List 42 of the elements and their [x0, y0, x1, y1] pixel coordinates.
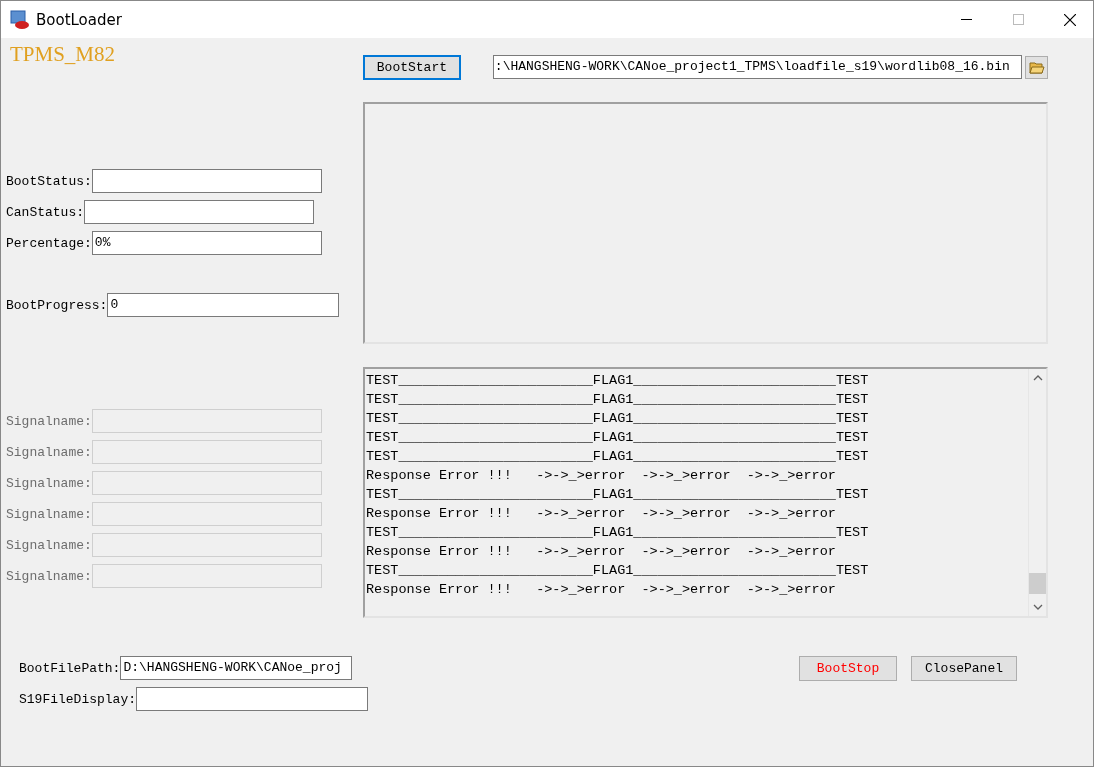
field-label: Signalname: [6, 506, 92, 522]
log-line: Response Error !!! ->->_>error ->->_>error ->->_>error [366, 543, 837, 561]
scroll-down-icon[interactable] [1032, 604, 1043, 610]
log-line: TEST________________________FLAG1_________________________TEST [366, 429, 870, 447]
browse-button[interactable] [1025, 55, 1048, 79]
boot-start-button[interactable]: BootStart [363, 54, 461, 80]
scroll-thumb[interactable] [1029, 573, 1046, 594]
log-line: Response Error !!! ->->_>error ->->_>error ->->_>error [366, 467, 837, 485]
log-line: TEST________________________FLAG1_________________________TEST [366, 524, 870, 542]
field-label: Signalname: [6, 475, 92, 491]
field-label: Signalname: [6, 413, 92, 429]
file-path-field[interactable]: :\HANGSHENG-WORK\CANoe_project1_TPMS\loadfile_s19\wordlib08_16.bin [492, 55, 1023, 79]
text-field[interactable] [136, 687, 369, 711]
field-label: S19FileDisplay: [19, 691, 137, 707]
app-title: TPMS_M82 [10, 42, 117, 67]
log-line: TEST________________________FLAG1_________________________TEST [366, 486, 870, 504]
window-title: BootLoader [36, 10, 123, 29]
field-label: Percentage: [6, 235, 92, 251]
field-label: BootFilePath: [19, 660, 121, 676]
field-label: BootStatus: [6, 173, 92, 189]
text-field[interactable]: D:\HANGSHENG-WORK\CANoe_proj [120, 656, 353, 680]
field-label: Signalname: [6, 537, 92, 553]
field-label: CanStatus: [6, 204, 84, 220]
text-field[interactable]: 0% [91, 231, 322, 255]
log-line: TEST________________________FLAG1_________________________TEST [366, 391, 870, 409]
scrollbar[interactable] [1028, 369, 1046, 616]
app-icon [10, 9, 30, 30]
log-line: TEST________________________FLAG1_________________________TEST [366, 372, 870, 390]
log-line: TEST________________________FLAG1_________________________TEST [366, 410, 870, 428]
field-label: Signalname: [6, 444, 92, 460]
field-label: Signalname: [6, 568, 92, 584]
log-line: TEST________________________FLAG1_________________________TEST [366, 448, 870, 466]
log-line: Response Error !!! ->->_>error ->->_>error ->->_>error [366, 581, 837, 599]
folder-icon [1028, 60, 1045, 74]
panel-button[interactable]: ClosePanel [911, 656, 1017, 681]
log-line: Response Error !!! ->->_>error ->->_>error ->->_>error [366, 505, 837, 523]
field-label: BootProgress: [6, 297, 108, 313]
text-field[interactable] [84, 200, 314, 224]
log-line: TEST________________________FLAG1_________________________TEST [366, 562, 870, 580]
text-field[interactable] [91, 169, 322, 193]
text-field[interactable]: 0 [107, 293, 340, 317]
scroll-up-icon[interactable] [1032, 375, 1043, 381]
